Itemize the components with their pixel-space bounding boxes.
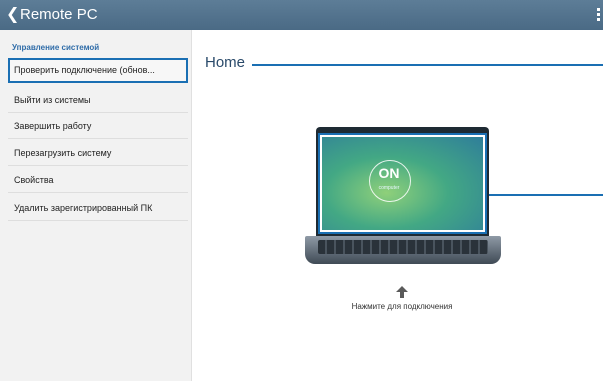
menu-item-check-connection[interactable]: Проверить подключение (обнов... — [8, 58, 188, 83]
app-title: Remote PC — [20, 6, 98, 23]
overflow-menu-icon[interactable] — [597, 8, 600, 22]
menu-item-shutdown[interactable]: Завершить работу — [8, 114, 188, 139]
screen-callout-line — [487, 194, 603, 196]
on-status-label: ON — [378, 165, 400, 181]
menu-item-properties[interactable]: Свойства — [8, 168, 188, 193]
menu-item-delete-pc[interactable]: Удалить зарегистрированный ПК — [8, 196, 188, 221]
home-title: Home — [205, 54, 246, 71]
chevron-left-icon[interactable]: ❮ — [6, 6, 19, 24]
home-callout-line — [252, 64, 603, 66]
menu-item-logout[interactable]: Выйти из системы — [8, 88, 188, 113]
on-status-sublabel: computer — [378, 185, 400, 191]
sidebar-header: Управление системой — [12, 43, 100, 52]
title-bar: ❮ Remote PC — [0, 0, 603, 30]
laptop-keyboard — [318, 240, 488, 254]
menu-item-restart[interactable]: Перезагрузить систему — [8, 141, 188, 166]
arrow-up-icon — [396, 286, 408, 298]
connect-hint: Нажмите для подключения — [351, 302, 453, 311]
